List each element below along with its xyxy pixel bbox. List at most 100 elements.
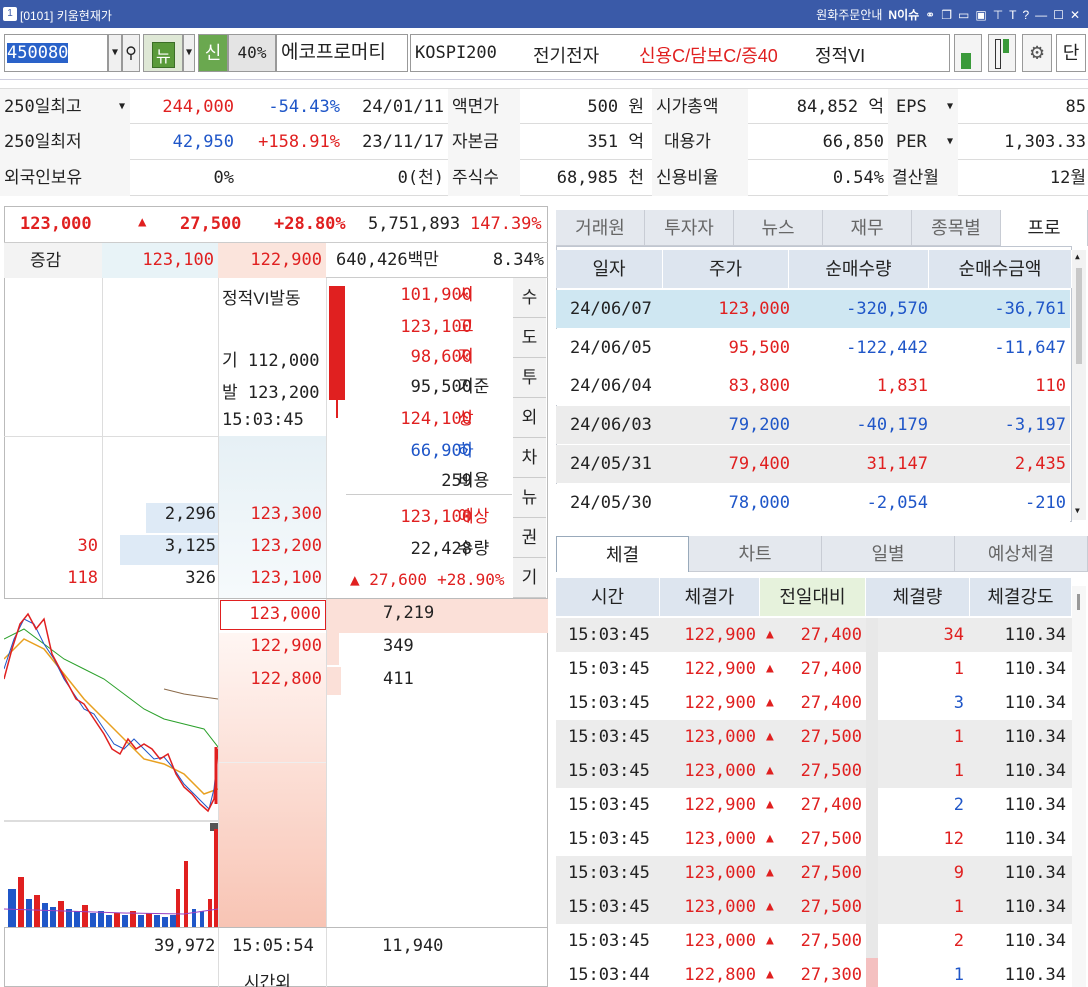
investor-net-qty: 1,831 [876,376,928,397]
investor-date: 24/06/05 [570,337,652,358]
trade-time: 15:03:45 [568,659,650,679]
link-icon[interactable]: ⚭ [925,8,935,22]
fiscal-month-label: 결산월 [888,160,958,196]
investor-tab-0[interactable]: 거래원 [556,210,645,246]
ask-price[interactable]: 123,300 [250,504,322,524]
news-button[interactable]: 뉴 [143,34,183,72]
stock-code-input[interactable]: 450080 [4,34,108,72]
investor-price: 123,000 [718,299,790,319]
after-hours-tab[interactable]: 시간외 [244,968,291,987]
trade-change: 27,500 [800,829,862,849]
side-tab-1[interactable]: 도 [513,318,546,358]
investor-row[interactable]: 24/06/03 79,200 -40,179 -3,197 [556,406,1070,445]
trade-price: 122,900 [684,625,756,645]
high-250-dropdown-icon[interactable]: ▼ [114,89,130,125]
investor-row[interactable]: 24/05/31 79,400 31,147 2,435 [556,444,1070,483]
trade-scrollbar[interactable] [1072,586,1086,987]
settings-gear-icon[interactable]: ⚙ [1022,34,1052,72]
help-icon[interactable]: ? [1022,8,1029,22]
close-icon[interactable]: ✕ [1070,8,1080,22]
high-250-date: 24/01/11 [362,97,444,117]
side-tab-5[interactable]: 뉴 [513,478,546,518]
investor-row[interactable]: 24/06/04 83,800 1,831 110 [556,367,1070,406]
news-button-label: 뉴 [152,42,175,68]
window-group-icon[interactable]: ❐ [941,8,952,22]
investor-row[interactable]: 24/05/30 78,000 -2,054 -210 [556,483,1070,522]
investor-row[interactable]: 24/06/05 95,500 -122,442 -11,647 [556,328,1070,367]
minimize-icon[interactable]: — [1035,8,1047,22]
trade-price: 123,000 [684,897,756,917]
trade-time: 15:03:45 [568,863,650,883]
pin-icon[interactable]: ⊤ [993,8,1003,22]
code-dropdown-icon[interactable]: ▼ [108,34,122,72]
news-issue-link[interactable]: N이슈 [888,6,919,23]
stat-label: 수량 [458,539,490,558]
investor-tab-4[interactable]: 종목별 [912,210,1001,246]
investor-net-qty: -320,570 [846,299,928,319]
bid-price-cell[interactable]: 123,000 [220,600,326,630]
unit-button[interactable]: 단 [1056,34,1086,72]
trade-qty: 2 [953,795,964,815]
news-dropdown-icon[interactable]: ▼ [183,34,195,72]
side-tab-2[interactable]: 투 [513,358,546,398]
font-icon[interactable]: T [1009,8,1016,22]
foreign-holding-label: 외국인보유 [0,160,130,196]
side-tab-7[interactable]: 기 [513,558,546,598]
trade-tab-0[interactable]: 체결 [556,536,689,572]
expected-change: ▲ 27,600 +28.90% [350,570,505,589]
price-stats: 101,900 시 123,100 고 98,600 저 95,500 기준 124,100 상 6… [346,278,512,598]
layout2-icon[interactable] [988,34,1016,72]
substitute-price-label: 대용가 [652,124,748,160]
investor-net-amount: -3,197 [1004,415,1066,436]
trade-tab-2[interactable]: 일별 [822,536,955,572]
search-icon[interactable]: ⚲ [122,34,140,72]
investor-tab-5[interactable]: 프로 [1001,210,1088,246]
expected-change-pct: +28.90% [437,570,505,589]
ask-price[interactable]: 123,200 [250,536,322,556]
trade-qty: 1 [953,727,964,747]
bid-price: 123,000 [249,604,321,624]
side-tab-4[interactable]: 차 [513,438,546,478]
investor-header-cell: 주가 [663,250,789,288]
trade-time: 15:03:45 [568,625,650,645]
per-value: 1,303.33 [1004,132,1086,152]
bid-levels: 123,000 7,219 122,900 349 122,800 411 [219,599,549,699]
maximize-icon[interactable]: ☐ [1053,8,1064,22]
low-250-value: 42,950 [172,132,234,152]
trade-header-cell: 전일대비 [760,578,866,616]
trade-row: 15:03:45 122,900 ▲ 27,400 1 110.34 [556,652,1086,686]
side-tab-0[interactable]: 수 [513,278,546,318]
ask-price-top: 123,100 [102,243,218,278]
trade-change: 27,400 [800,659,862,679]
layout1-icon[interactable] [954,34,982,72]
split-icon[interactable]: ▣ [975,8,986,22]
tile-icon[interactable]: ▭ [958,8,969,22]
trade-tab-1[interactable]: 차트 [689,536,822,572]
trade-strength: 110.34 [1004,863,1066,883]
side-tab-6[interactable]: 권 [513,518,546,558]
bid-price-cell[interactable]: 122,800 [220,666,326,696]
amount-ratio: 8.34% [492,250,544,270]
volume-pct: 147.39% [470,214,542,234]
trade-tab-3[interactable]: 예상체결 [955,536,1088,572]
per-dropdown-icon[interactable]: ▼ [942,124,958,160]
bid-price-top: 122,900 [218,243,326,278]
eps-dropdown-icon[interactable]: ▼ [942,89,958,125]
investor-tab-2[interactable]: 뉴스 [734,210,823,246]
ask-price[interactable]: 123,100 [250,568,322,588]
trade-change: 27,500 [800,931,862,951]
trade-qty: 1 [953,897,964,917]
investor-tab-1[interactable]: 투자자 [645,210,734,246]
trade-row: 15:03:45 123,000 ▲ 27,500 1 110.34 [556,720,1086,754]
bid-price-cell[interactable]: 122,900 [220,633,326,663]
investor-net-amount: 110 [1035,376,1066,397]
investor-tab-3[interactable]: 재무 [823,210,912,246]
investor-row[interactable]: 24/06/07 123,000 -320,570 -36,761 [556,290,1070,328]
low-250-pct: +158.91% [258,132,340,152]
investor-scrollbar[interactable]: ▲ ▼ [1072,250,1086,520]
foreign-holding-value: 0% [213,168,234,188]
side-tab-3[interactable]: 외 [513,398,546,438]
vi-base-value: 112,000 [247,351,320,371]
shares-label: 주식수 [448,160,520,196]
order-guide-link[interactable]: 원화주문안내 [816,6,882,23]
